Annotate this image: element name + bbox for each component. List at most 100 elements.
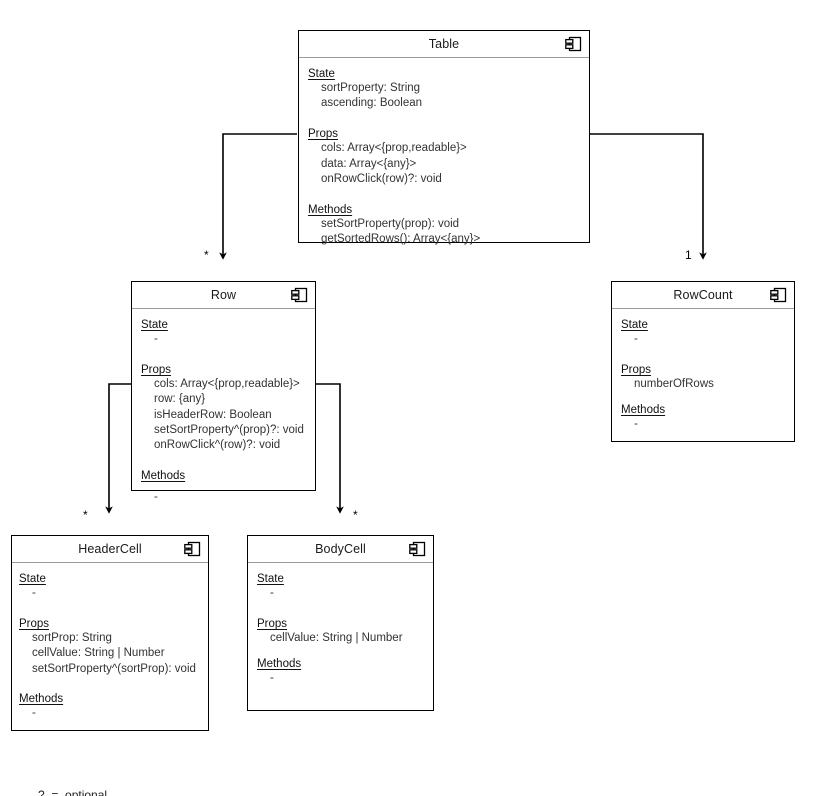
component-body-headercell: State - Props sortProp: String cellValue… [12,563,208,735]
component-row[interactable]: Row State - Props cols: Array<{prop,read… [131,281,316,503]
connector-row-to-bodycell [316,383,344,514]
component-table[interactable]: Table State sortProperty: String ascendi… [298,30,590,245]
component-title-table: Table [428,37,460,51]
legend-row-optional: ? = optional [38,788,108,796]
list-item: setSortProperty^(prop)?: void [154,423,304,436]
connector-table-to-rowcount [590,133,707,260]
section-items-state: - [132,332,315,347]
section-items-state: - [12,586,208,601]
section-state-headercell: State - [12,573,208,601]
component-bodycell[interactable]: BodyCell State - Props cellValue: String… [247,535,434,711]
section-items-props: numberOfRows [612,377,794,392]
list-item: - [270,672,274,685]
multiplicity-table-to-rowcount: 1 [685,248,692,262]
component-title-headercell: HeaderCell [78,542,142,556]
uml-diagram-canvas: * 1 * * Table State sortProperty: String… [0,0,825,796]
section-props-headercell: Props sortProp: String cellValue: String… [12,618,208,677]
component-header-headercell: HeaderCell [12,536,208,563]
list-item: getSortedRows(): Array<{any}> [321,233,481,246]
list-item: - [154,491,158,504]
section-items-state: sortProperty: String ascending: Boolean [299,81,589,111]
section-items-props: cols: Array<{prop,readable}> data: Array… [299,141,589,187]
section-label-methods: Methods [621,404,666,417]
section-label-methods: Methods [141,470,186,483]
list-item: setSortProperty(prop): void [321,218,460,231]
list-item: onRowClick^(row)?: void [154,439,281,452]
list-item: onRowClick(row)?: void [321,172,442,185]
section-props-rowcount: Props numberOfRows [612,364,794,392]
section-methods-table: Methods setSortProperty(prop): void getS… [299,204,589,247]
section-label-methods: Methods [257,658,302,671]
section-items-props: sortProp: String cellValue: String | Num… [12,631,208,677]
list-item: - [32,706,36,719]
section-items-methods: setSortProperty(prop): void getSortedRow… [299,217,589,247]
section-label-state: State [257,573,284,585]
list-item: isHeaderRow: Boolean [154,408,272,421]
list-item: - [270,587,274,599]
section-items-state: - [612,332,794,347]
section-label-state: State [141,319,168,331]
connector-table-to-row [219,133,297,260]
section-state-row: State - [132,319,315,347]
section-label-props: Props [257,618,288,631]
multiplicity-row-to-bodycell: * [353,508,358,522]
component-body-row: State - Props cols: Array<{prop,readable… [132,309,315,519]
section-label-props: Props [141,364,172,377]
section-items-props: cellValue: String | Number [248,631,433,646]
uml-component-icon [409,541,426,557]
uml-component-icon [770,287,787,303]
uml-component-icon [565,36,582,52]
list-item: cols: Array<{prop,readable}> [321,142,467,155]
section-state-rowcount: State - [612,319,794,347]
list-item: row: {any} [154,393,206,406]
list-item: cellValue: String | Number [270,632,403,645]
legend: ? = optional ^ = drilled prop [38,748,123,796]
component-title-rowcount: RowCount [673,288,733,302]
list-item: setSortProperty^(sortProp): void [32,662,196,675]
section-props-table: Props cols: Array<{prop,readable}> data:… [299,128,589,187]
section-items-methods: - [132,490,315,505]
section-label-methods: Methods [19,692,64,705]
section-state-bodycell: State - [248,573,433,601]
uml-component-icon [291,287,308,303]
section-props-bodycell: Props cellValue: String | Number [248,618,433,646]
list-item: cellValue: String | Number [32,647,165,660]
list-item: cols: Array<{prop,readable}> [154,378,300,391]
list-item: sortProperty: String [321,82,421,94]
list-item: sortProp: String [32,632,112,645]
section-items-methods: - [612,417,794,432]
multiplicity-row-to-headercell: * [83,508,88,522]
component-header-table: Table [299,31,589,58]
list-item: - [154,333,158,345]
component-body-table: State sortProperty: String ascending: Bo… [299,58,589,261]
connector-row-to-headercell [105,383,131,514]
section-state-table: State sortProperty: String ascending: Bo… [299,68,589,111]
section-items-props: cols: Array<{prop,readable}> row: {any} … [132,377,315,453]
list-item: ascending: Boolean [321,97,423,110]
list-item: - [32,587,36,599]
section-items-methods: - [248,671,433,686]
component-rowcount[interactable]: RowCount State - Props numberOfRows Meth… [611,281,795,442]
multiplicity-table-to-row: * [204,248,209,262]
section-methods-headercell: Methods - [12,693,208,721]
component-header-rowcount: RowCount [612,282,794,309]
component-header-bodycell: BodyCell [248,536,433,563]
list-item: numberOfRows [634,378,714,391]
section-label-state: State [19,573,46,585]
component-headercell[interactable]: HeaderCell State - Props sortProp: Strin… [11,535,209,731]
section-label-state: State [621,319,648,331]
section-methods-rowcount: Methods - [612,404,794,432]
component-body-rowcount: State - Props numberOfRows Methods - [612,309,794,447]
uml-component-icon [184,541,201,557]
list-item: - [634,333,638,345]
component-body-bodycell: State - Props cellValue: String | Number… [248,563,433,701]
section-items-methods: - [12,706,208,721]
section-label-props: Props [19,618,50,631]
list-item: data: Array<{any}> [321,157,417,170]
section-props-row: Props cols: Array<{prop,readable}> row: … [132,364,315,453]
component-title-row: Row [210,288,237,302]
section-items-state: - [248,586,433,601]
component-header-row: Row [132,282,315,309]
section-methods-bodycell: Methods - [248,658,433,686]
section-methods-row: Methods - [132,470,315,505]
